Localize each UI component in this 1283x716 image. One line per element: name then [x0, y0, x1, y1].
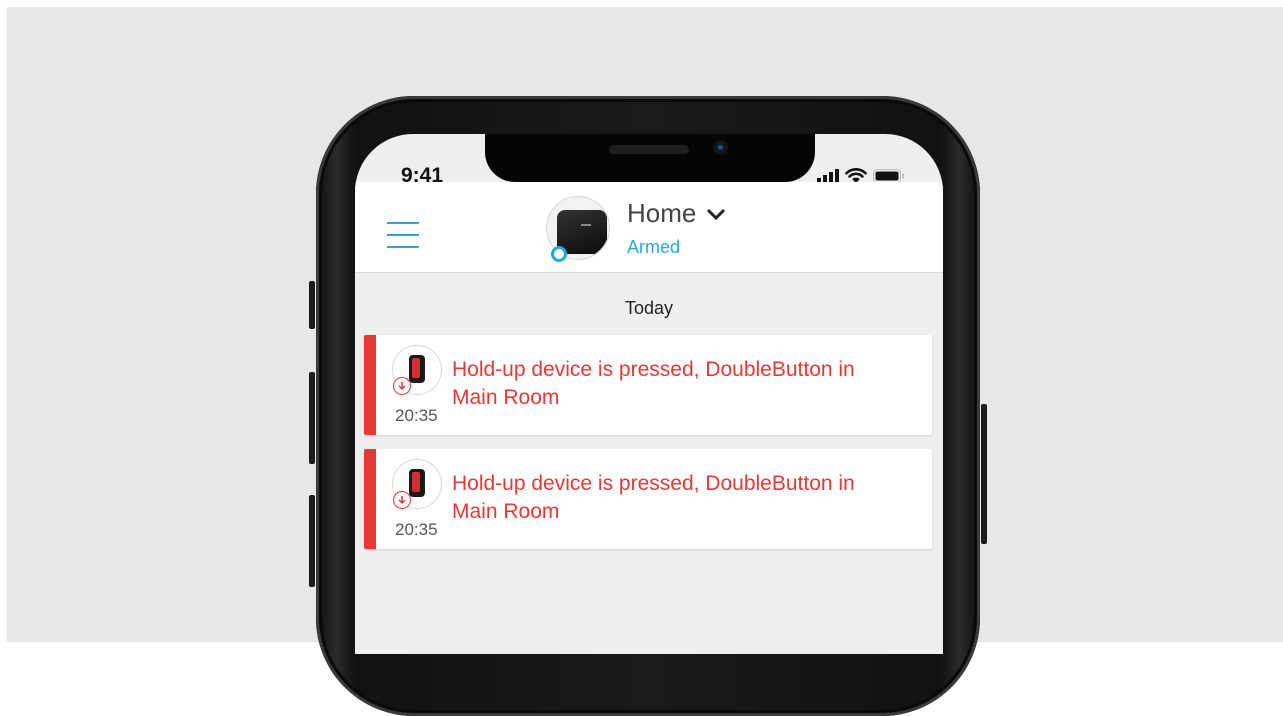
armed-status-icon: [551, 246, 567, 262]
event-card[interactable]: 20:35 Hold-up device is pressed, DoubleB…: [364, 449, 932, 549]
event-accent-bar: [364, 335, 376, 435]
volume-up-button: [309, 372, 315, 464]
event-card[interactable]: 20:35 Hold-up device is pressed, DoubleB…: [364, 335, 932, 435]
app-header: Home Armed: [355, 182, 943, 273]
alarm-down-arrow-icon: [393, 377, 411, 395]
signal-icon: [817, 169, 839, 183]
battery-icon: [873, 169, 904, 183]
front-camera: [713, 140, 728, 155]
chevron-down-icon: [707, 208, 726, 220]
hub-selector[interactable]: Home: [627, 198, 726, 229]
event-text: Hold-up device is pressed, DoubleButton …: [452, 472, 855, 523]
volume-down-button: [309, 495, 315, 587]
hub-name: Home: [627, 198, 697, 228]
notch: [485, 134, 815, 182]
phone-screen: 9:41 Home Armed Today 20:35 Hold-up devi…: [355, 134, 943, 654]
event-text: Hold-up device is pressed, DoubleButton …: [452, 358, 855, 409]
day-label: Today: [624, 298, 674, 318]
silent-switch: [309, 281, 315, 329]
alarm-down-arrow-icon: [393, 491, 411, 509]
event-time: 20:35: [395, 406, 438, 425]
earpiece-speaker: [609, 145, 689, 154]
power-button: [981, 404, 987, 544]
hamburger-menu-icon[interactable]: [387, 222, 419, 248]
hub-status: Armed: [627, 237, 681, 257]
event-accent-bar: [364, 449, 376, 549]
event-time: 20:35: [395, 520, 438, 539]
